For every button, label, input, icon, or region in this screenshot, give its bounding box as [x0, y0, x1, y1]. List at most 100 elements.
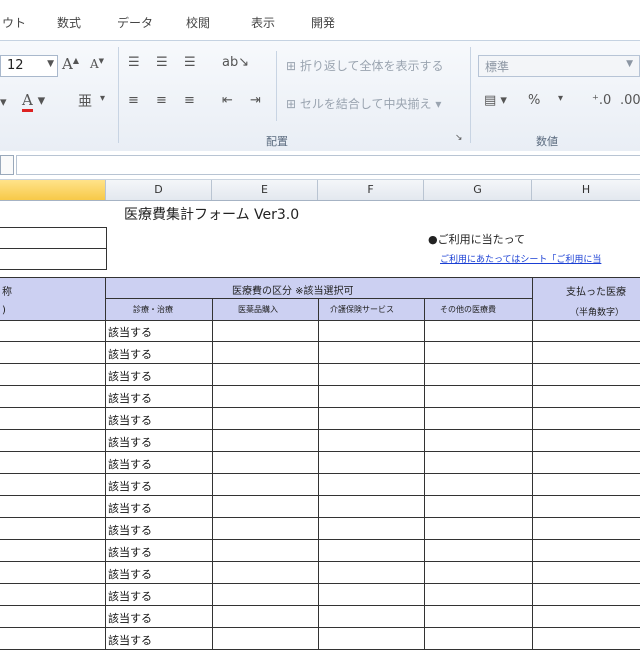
menu-bar: ウト 数式 データ 校閲 表示 開発	[0, 0, 640, 40]
column-header-d[interactable]: D	[106, 180, 212, 200]
align-middle-icon[interactable]: ☰	[156, 55, 168, 70]
left-header-bottom: )	[2, 305, 6, 316]
table-row[interactable]: 該当する	[0, 364, 640, 386]
group-separator	[118, 47, 119, 143]
align-center-icon[interactable]: ≡	[156, 93, 167, 108]
applicable-cell[interactable]: 該当する	[108, 566, 152, 582]
chevron-down-icon: ▼	[47, 59, 54, 69]
applicable-cell[interactable]: 該当する	[108, 522, 152, 538]
applicable-cell[interactable]: 該当する	[108, 632, 152, 648]
sub-header-other: その他の医療費	[440, 305, 496, 314]
grow-font-button[interactable]: A▲	[62, 55, 79, 73]
applicable-cell[interactable]: 該当する	[108, 500, 152, 516]
table-row[interactable]: 該当する	[0, 452, 640, 474]
sub-header-medicine: 医薬品購入	[238, 305, 278, 314]
applicable-cell[interactable]: 該当する	[108, 368, 152, 384]
grow-font-label: A	[62, 55, 73, 73]
category-header: 医療費の区分 ※該当選択可	[232, 286, 354, 297]
column-headers: D E F G H	[0, 180, 640, 201]
chevron-down-icon[interactable]: ▾	[100, 93, 105, 104]
number-format-value: 標準	[485, 60, 510, 74]
input-box-1[interactable]	[0, 227, 107, 249]
align-left-icon[interactable]: ≡	[128, 93, 139, 108]
table-row[interactable]: 該当する	[0, 606, 640, 628]
increase-decimal-icon[interactable]: ⁺.0	[592, 93, 611, 108]
wrap-text-button[interactable]: ⊞ 折り返して全体を表示する	[286, 57, 444, 74]
shrink-font-button[interactable]: A▼	[90, 57, 104, 71]
column-header-e[interactable]: E	[212, 180, 318, 200]
percent-button[interactable]: %	[528, 93, 540, 108]
decrease-indent-icon[interactable]: ⇤	[222, 93, 233, 108]
worksheet[interactable]: 医療費集計フォーム Ver3.0 ●ご利用に当たって ご利用にあたってはシート「…	[0, 201, 640, 650]
applicable-cell[interactable]: 該当する	[108, 412, 152, 428]
table-row[interactable]: 該当する	[0, 342, 640, 364]
tab-view[interactable]: 表示	[251, 14, 275, 31]
input-box-2[interactable]	[0, 248, 107, 270]
applicable-cell[interactable]: 該当する	[108, 588, 152, 604]
align-bottom-icon[interactable]: ☰	[184, 55, 196, 70]
border-dropdown-icon[interactable]: ▾	[0, 95, 7, 110]
table-row[interactable]: 該当する	[0, 474, 640, 496]
font-size-select[interactable]: 12 ▼	[0, 55, 58, 77]
number-format-select[interactable]: 標準 ▼	[478, 55, 640, 77]
tab-review[interactable]: 校閲	[186, 14, 210, 31]
currency-icon[interactable]: ▤ ▾	[484, 93, 507, 108]
tab-developer[interactable]: 開発	[311, 14, 335, 31]
table-row[interactable]: 該当する	[0, 430, 640, 452]
font-color-button[interactable]: A ▾	[22, 91, 45, 112]
formula-bar	[0, 151, 640, 180]
table-row[interactable]: 該当する	[0, 408, 640, 430]
wrap-text-icon: ⊞	[286, 59, 297, 73]
column-header-c[interactable]	[0, 180, 106, 200]
tab-formulas[interactable]: 数式	[57, 14, 81, 31]
applicable-cell[interactable]: 該当する	[108, 390, 152, 406]
decrease-decimal-icon[interactable]: .00	[620, 93, 640, 108]
group-title-alignment: 配置	[266, 135, 288, 148]
applicable-cell[interactable]: 該当する	[108, 434, 152, 450]
merge-center-label: セルを結合して中央揃え	[299, 97, 432, 111]
tab-data[interactable]: データ	[117, 14, 153, 31]
table-row[interactable]: 該当する	[0, 386, 640, 408]
table-row[interactable]: 該当する	[0, 562, 640, 584]
column-header-h[interactable]: H	[532, 180, 640, 200]
applicable-cell[interactable]: 該当する	[108, 478, 152, 494]
shrink-font-label: A	[90, 57, 99, 71]
applicable-cell[interactable]: 該当する	[108, 324, 152, 340]
table-row[interactable]: 該当する	[0, 496, 640, 518]
applicable-cell[interactable]: 該当する	[108, 610, 152, 626]
increase-indent-icon[interactable]: ⇥	[250, 93, 261, 108]
align-top-icon[interactable]: ☰	[128, 55, 140, 70]
table-row[interactable]: 該当する	[0, 518, 640, 540]
align-right-icon[interactable]: ≡	[184, 93, 195, 108]
applicable-cell[interactable]: 該当する	[108, 544, 152, 560]
table-row[interactable]: 該当する	[0, 320, 640, 342]
ribbon: 12 ▼ A▲ A▼ ▾ A ▾ 亜 ▾ ☰ ☰ ☰ ab↘ ≡ ≡ ≡ ⇤ ⇥…	[0, 40, 640, 152]
left-header-top: 称	[2, 287, 12, 298]
phonetic-icon[interactable]: 亜	[78, 91, 92, 111]
column-header-f[interactable]: F	[318, 180, 424, 200]
table-row[interactable]: 該当する	[0, 584, 640, 606]
paid-header: 支払った医療	[566, 287, 626, 298]
text-orientation-icon[interactable]: ab↘	[222, 55, 249, 70]
applicable-cell[interactable]: 該当する	[108, 456, 152, 472]
column-header-g[interactable]: G	[424, 180, 532, 200]
notice-link[interactable]: ご利用にあたってはシート「ご利用に当	[440, 252, 601, 265]
tab-page-layout[interactable]: ウト	[2, 14, 26, 31]
chevron-down-icon: ▼	[626, 59, 633, 69]
name-box[interactable]	[0, 155, 14, 175]
merge-center-button[interactable]: ⊞ セルを結合して中央揃え ▾	[286, 95, 441, 112]
font-size-value: 12	[7, 58, 24, 73]
formula-input[interactable]	[16, 155, 640, 175]
paid-sub-header: （半角数字）	[570, 308, 625, 318]
sheet-title: 医療費集計フォーム Ver3.0	[124, 207, 300, 223]
applicable-cell[interactable]: 該当する	[108, 346, 152, 362]
group-separator	[470, 47, 471, 143]
wrap-text-label: 折り返して全体を表示する	[299, 59, 444, 73]
table-row[interactable]: 該当する	[0, 540, 640, 562]
table-row[interactable]: 該当する	[0, 628, 640, 650]
sub-header-treatment: 診療・治療	[133, 305, 173, 314]
dialog-launcher-icon[interactable]: ↘	[455, 133, 463, 143]
group-title-number: 数値	[536, 135, 558, 148]
chevron-down-icon[interactable]: ▾	[558, 93, 563, 104]
merge-icon: ⊞	[286, 97, 297, 111]
